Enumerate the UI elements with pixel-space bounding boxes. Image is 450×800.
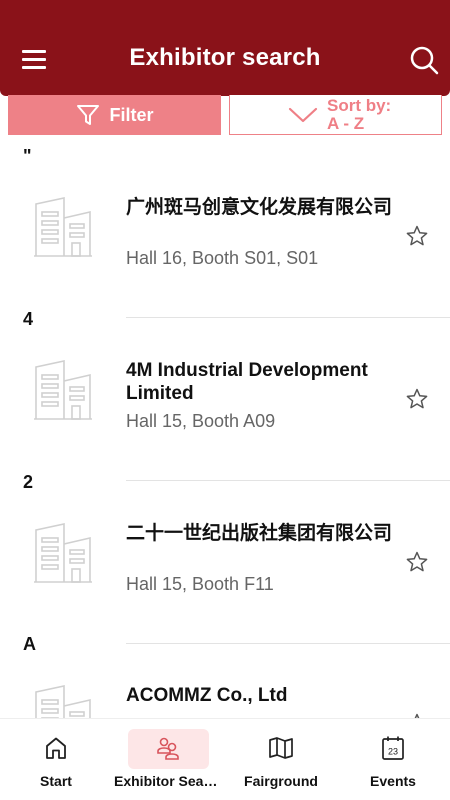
exhibitor-name: ACOMMZ Co., Ltd bbox=[126, 685, 288, 706]
booth-location: Hall 15, Booth A09 bbox=[126, 411, 276, 431]
favorite-star-icon[interactable] bbox=[405, 224, 429, 248]
calendar-icon: 23 bbox=[382, 736, 404, 760]
nav-label: Exhibitor Search bbox=[114, 773, 224, 789]
nav-exhibitor-search[interactable]: Exhibitor Search bbox=[112, 719, 224, 800]
list-item[interactable]: 4M Industrial Development Limited Hall 1… bbox=[0, 321, 450, 481]
building-placeholder-icon bbox=[34, 360, 92, 420]
filter-icon bbox=[77, 105, 100, 125]
building-placeholder-icon bbox=[34, 197, 92, 257]
map-icon bbox=[269, 737, 293, 759]
sort-label: Sort by: bbox=[327, 96, 392, 115]
favorite-star-icon[interactable] bbox=[405, 550, 429, 574]
exhibitor-name: 4M Industrial Development Limited bbox=[126, 360, 368, 404]
filter-button[interactable]: Filter bbox=[8, 95, 221, 135]
filter-label: Filter bbox=[109, 104, 154, 125]
sort-value: A - Z bbox=[327, 114, 365, 133]
bottom-navigation: Start Exhibitor Search Fairground 23 Eve… bbox=[0, 718, 450, 800]
sort-button[interactable]: Sort by: A - Z bbox=[229, 95, 442, 135]
nav-events[interactable]: 23 Events bbox=[337, 719, 449, 800]
search-icon[interactable] bbox=[408, 44, 440, 76]
exhibitor-name: 二十一世纪出版社集团有限公司 bbox=[126, 523, 393, 544]
app-header: Exhibitor search bbox=[0, 0, 450, 96]
building-placeholder-icon bbox=[34, 523, 92, 583]
booth-location: Hall 16, Booth S01, S01 bbox=[126, 248, 319, 268]
favorite-star-icon[interactable] bbox=[405, 387, 429, 411]
divider bbox=[126, 480, 450, 481]
page-title: Exhibitor search bbox=[129, 44, 321, 71]
divider bbox=[126, 317, 450, 318]
nav-label: Events bbox=[370, 773, 416, 789]
divider bbox=[126, 643, 450, 644]
list-item[interactable]: 二十一世纪出版社集团有限公司 Hall 15, Booth F11 bbox=[0, 484, 450, 644]
home-icon bbox=[46, 737, 66, 759]
exhibitors-icon bbox=[157, 737, 179, 760]
booth-location: Hall 15, Booth F11 bbox=[126, 574, 274, 594]
chevron-down-icon bbox=[288, 107, 318, 123]
calendar-day: 23 bbox=[388, 747, 398, 757]
nav-label: Start bbox=[40, 773, 72, 789]
nav-fairground[interactable]: Fairground bbox=[225, 719, 337, 800]
nav-label: Fairground bbox=[244, 773, 318, 789]
exhibitor-list[interactable]: " 广州斑马创意文化发展有限公司 Hall 16, Booth S01, S01… bbox=[0, 140, 450, 718]
list-item[interactable]: 广州斑马创意文化发展有限公司 Hall 16, Booth S01, S01 bbox=[0, 158, 450, 318]
nav-start[interactable]: Start bbox=[0, 719, 112, 800]
list-item[interactable]: ACOMMZ Co., Ltd bbox=[0, 646, 450, 718]
exhibitor-name: 广州斑马创意文化发展有限公司 bbox=[126, 197, 393, 218]
building-placeholder-icon bbox=[35, 685, 91, 718]
